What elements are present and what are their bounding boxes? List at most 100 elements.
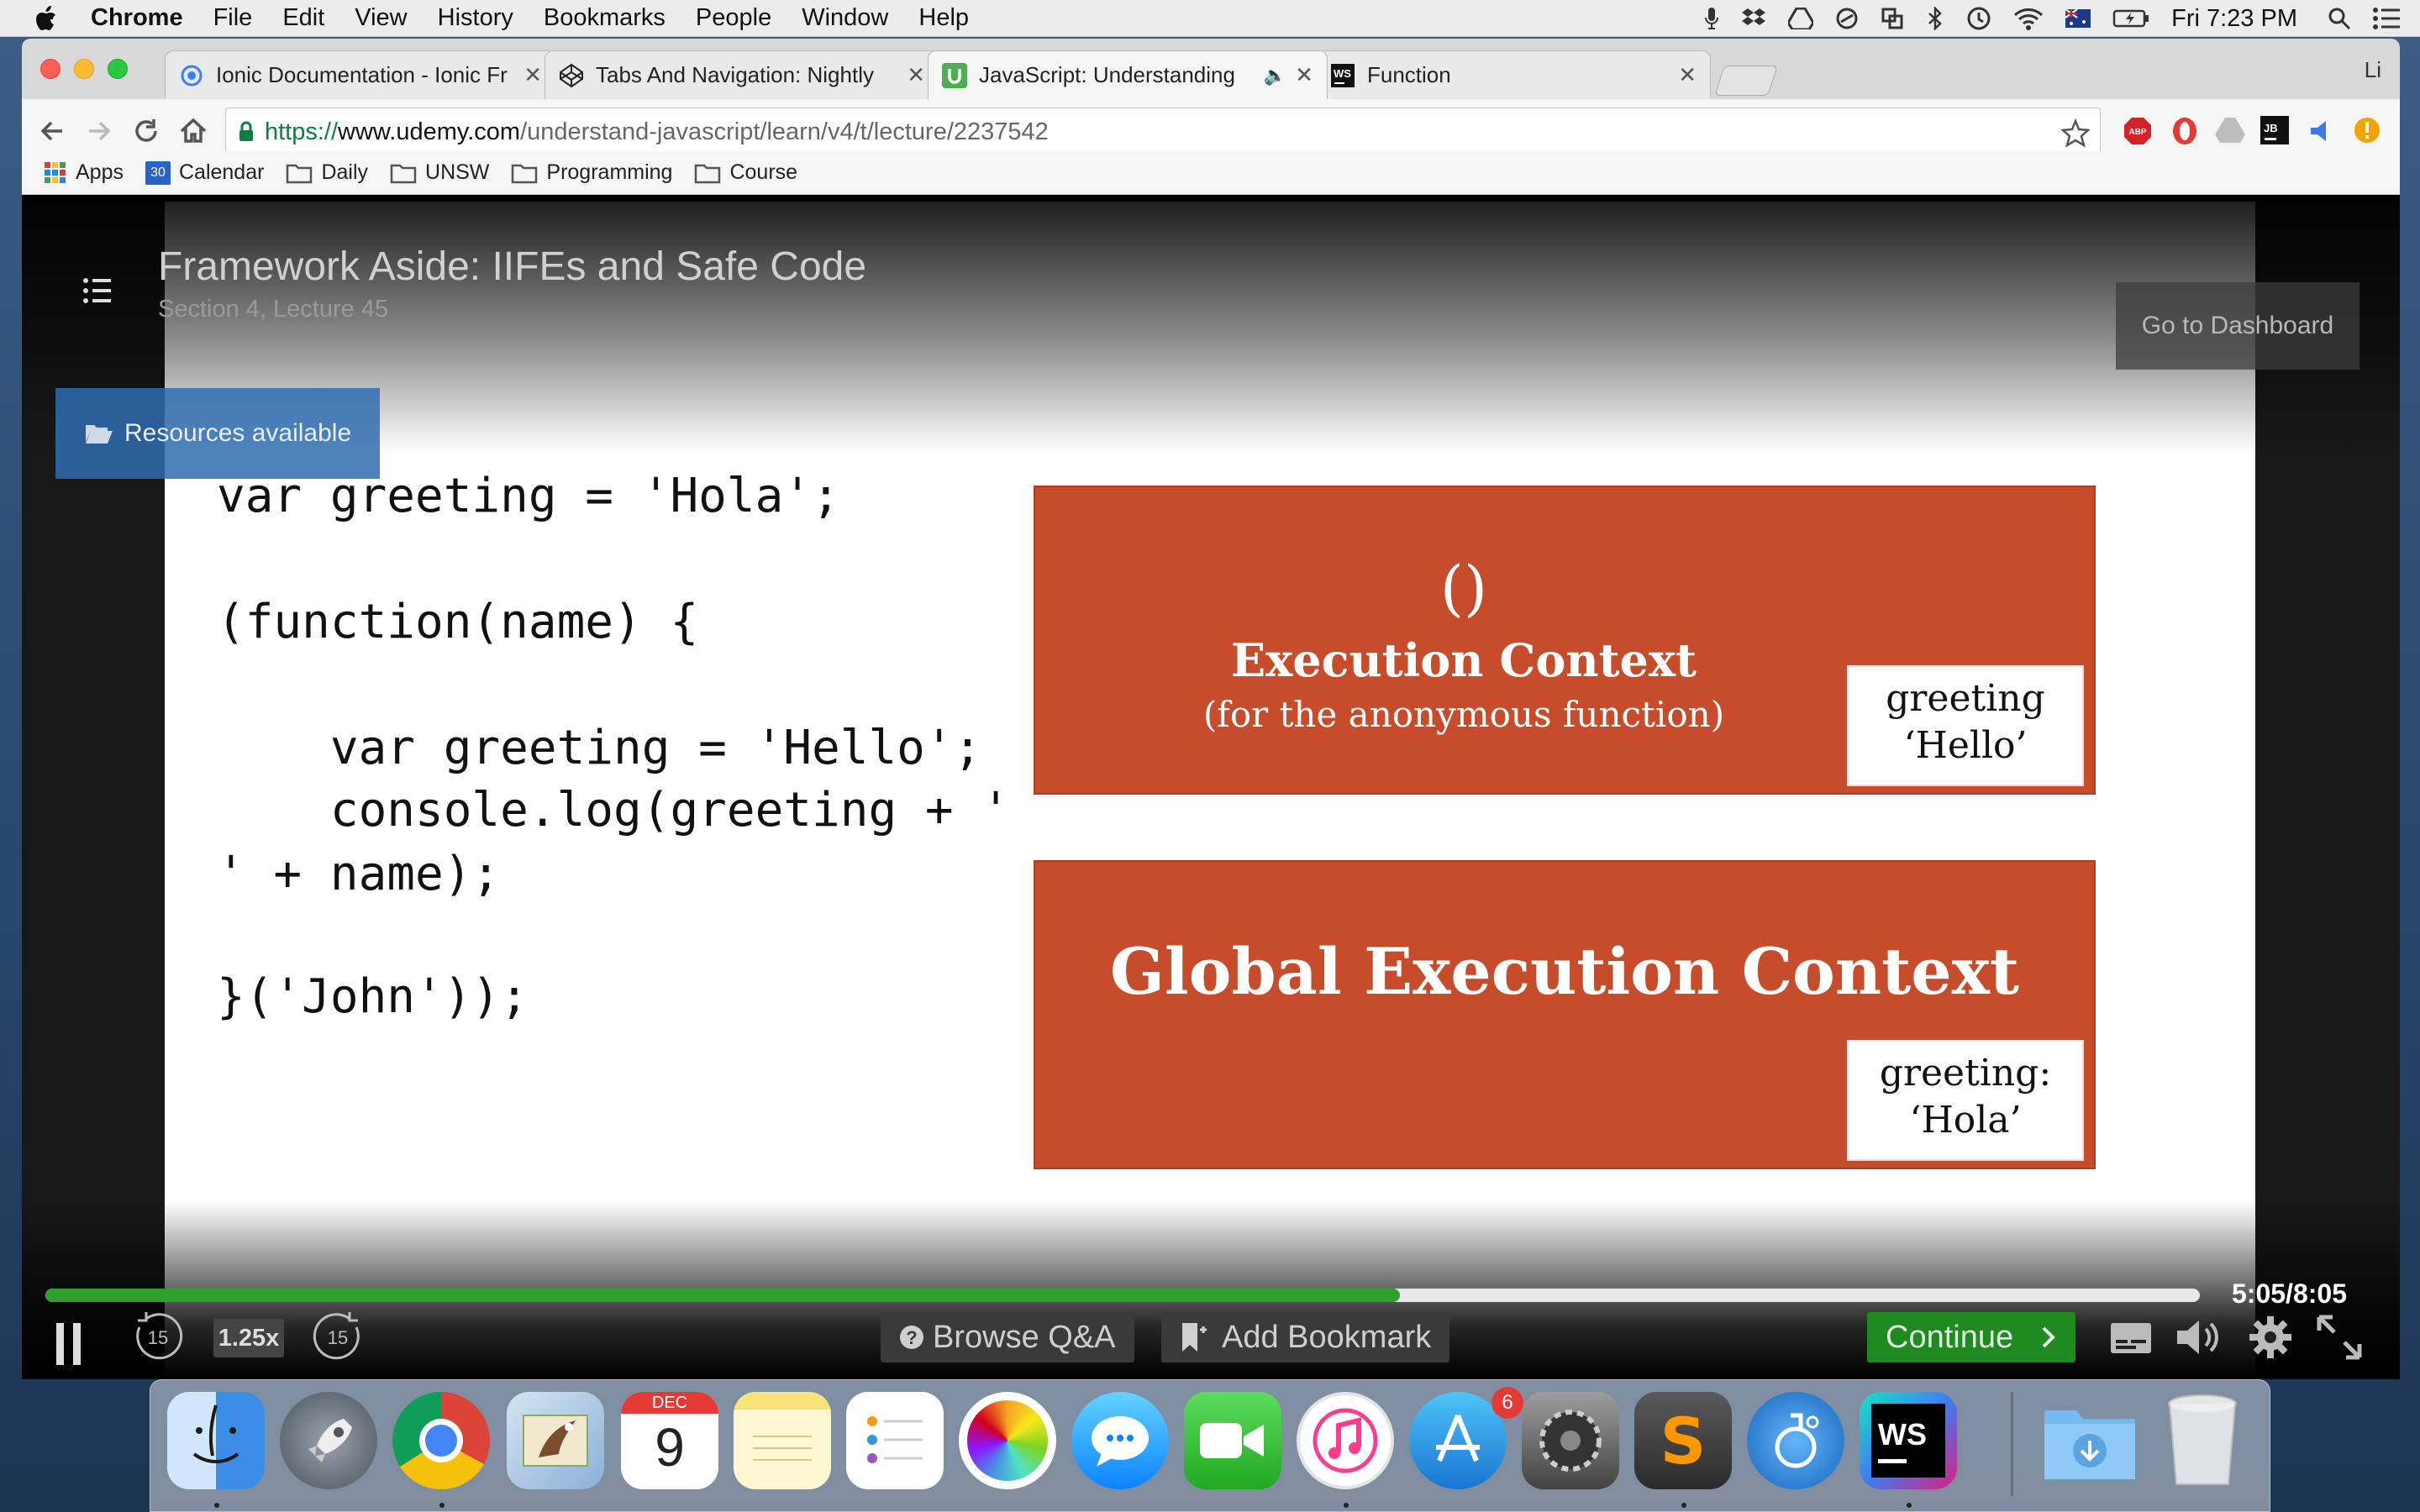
sync-icon[interactable] — [1835, 7, 1859, 30]
time-machine-icon[interactable] — [1966, 6, 1991, 31]
dropbox-icon[interactable] — [1741, 7, 1766, 30]
chemistry-app-icon[interactable] — [1747, 1392, 1844, 1489]
photos-icon[interactable] — [959, 1392, 1056, 1489]
reminders-icon[interactable] — [846, 1392, 944, 1489]
home-icon[interactable] — [176, 114, 210, 148]
app-store-badge: 6 — [1491, 1387, 1523, 1419]
microphone-icon[interactable] — [1704, 7, 1719, 30]
star-bookmark-icon[interactable] — [2061, 118, 2090, 147]
chevron-right-icon — [2040, 1325, 2057, 1350]
calendar-icon[interactable]: DEC 9 — [621, 1392, 718, 1489]
rewind-15-icon[interactable]: 15 — [131, 1309, 185, 1362]
reload-icon[interactable] — [129, 114, 163, 148]
curriculum-list-icon[interactable] — [82, 277, 113, 304]
calendar-icon: 30 — [145, 160, 171, 185]
menu-file[interactable]: File — [213, 4, 253, 32]
input-source-flag-icon[interactable] — [2065, 9, 2091, 28]
continue-button[interactable]: Continue — [1867, 1312, 2075, 1362]
forward-15-icon[interactable]: 15 — [311, 1309, 365, 1362]
warning-icon[interactable] — [2353, 116, 2381, 144]
launchpad-icon[interactable] — [280, 1392, 377, 1489]
menu-edit[interactable]: Edit — [282, 4, 324, 32]
spotlight-search-icon[interactable] — [2328, 7, 2351, 30]
resources-available-button[interactable]: Resources available — [55, 388, 380, 479]
notes-icon[interactable] — [734, 1392, 831, 1489]
forward-icon[interactable] — [82, 114, 116, 148]
volume-icon[interactable] — [2175, 1314, 2225, 1361]
trash-icon[interactable] — [2154, 1392, 2251, 1489]
global-execution-context-box: Global Execution Context greeting: ‘Hola… — [1034, 860, 2096, 1169]
video-player[interactable]: var greeting = 'Hola'; (function(name) {… — [22, 202, 2400, 1379]
pause-icon[interactable] — [52, 1310, 86, 1378]
facetime-icon[interactable] — [1184, 1392, 1281, 1489]
opera-icon[interactable] — [2170, 116, 2200, 146]
window-minimize-button[interactable] — [74, 59, 94, 79]
settings-gear-icon[interactable] — [2247, 1314, 2294, 1361]
close-icon[interactable]: ✕ — [907, 62, 925, 88]
back-icon[interactable] — [35, 114, 69, 148]
folder-icon — [511, 162, 546, 184]
sublime-text-icon[interactable]: S — [1634, 1392, 1732, 1489]
webstorm-icon[interactable]: WS — [1860, 1392, 1957, 1489]
lecture-title: Framework Aside: IIFEs and Safe Code — [158, 244, 867, 289]
tab-codepen[interactable]: Tabs And Navigation: Nightly ✕ — [544, 50, 939, 99]
new-tab-button[interactable] — [1714, 66, 1778, 96]
go-to-dashboard-button[interactable]: Go to Dashboard — [2116, 282, 2360, 370]
profile-name[interactable]: Li — [2365, 57, 2381, 83]
close-icon[interactable]: ✕ — [1678, 62, 1697, 88]
downloads-folder-icon[interactable] — [2041, 1392, 2139, 1489]
add-bookmark-button[interactable]: Add Bookmark — [1161, 1312, 1450, 1362]
notification-center-icon[interactable] — [2373, 8, 2400, 29]
bookmark-apps[interactable]: Apps — [44, 160, 124, 185]
messages-icon[interactable] — [1071, 1392, 1169, 1489]
menu-people[interactable]: People — [696, 4, 771, 32]
tab-ionic-docs[interactable]: Ionic Documentation - Ionic Fr ✕ — [165, 50, 556, 99]
window-close-button[interactable] — [40, 59, 60, 79]
code-line: (function(name) { — [217, 595, 699, 649]
tab-udemy-active[interactable]: JavaScript: Understanding 🔈 ✕ — [928, 50, 1328, 99]
bluetooth-icon[interactable] — [1926, 7, 1944, 30]
menu-history[interactable]: History — [438, 4, 513, 32]
menu-help[interactable]: Help — [918, 4, 969, 32]
mail-icon[interactable] — [507, 1392, 604, 1489]
menu-bookmarks[interactable]: Bookmarks — [544, 4, 666, 32]
system-preferences-icon[interactable] — [1522, 1392, 1619, 1489]
menu-view[interactable]: View — [355, 4, 407, 32]
finder-icon[interactable] — [167, 1392, 265, 1489]
inner-variable-box: greeting ‘Hello’ — [1847, 665, 2084, 786]
window-zoom-button[interactable] — [108, 59, 128, 79]
function-symbol: () — [1439, 553, 1488, 623]
speaker-icon[interactable]: 🔈 — [1264, 65, 1286, 87]
itunes-icon[interactable] — [1297, 1392, 1394, 1489]
battery-icon[interactable] — [2112, 8, 2149, 29]
tab-function[interactable]: WS Function ✕ — [1316, 50, 1711, 99]
rewind-seconds: 15 — [148, 1327, 168, 1348]
abp-icon[interactable]: ABP — [2123, 116, 2153, 146]
address-bar[interactable]: https://www.udemy.com/understand-javascr… — [225, 108, 2101, 156]
captions-icon[interactable] — [2106, 1317, 2156, 1359]
bookmark-folder-programming[interactable]: Programming — [511, 160, 672, 185]
close-icon[interactable]: ✕ — [1295, 62, 1313, 88]
drive-icon[interactable] — [2215, 116, 2245, 144]
playback-speed-button[interactable]: 1.25x — [213, 1319, 284, 1357]
google-drive-icon[interactable] — [1788, 8, 1814, 29]
progress-bar[interactable] — [45, 1289, 2200, 1302]
cast-icon[interactable] — [2306, 116, 2336, 146]
close-icon[interactable]: ✕ — [523, 62, 542, 88]
bookmark-label: Calendar — [178, 160, 265, 184]
menu-app-name[interactable]: Chrome — [91, 4, 183, 32]
bookmark-folder-unsw[interactable]: UNSW — [390, 160, 489, 185]
screen-capture-icon[interactable] — [1881, 7, 1904, 30]
fullscreen-icon[interactable] — [2316, 1314, 2363, 1361]
bookmark-calendar[interactable]: 30 Calendar — [145, 160, 264, 185]
bookmark-label: Course — [729, 160, 798, 184]
apple-icon[interactable] — [35, 5, 57, 31]
chrome-icon[interactable] — [392, 1392, 490, 1489]
menu-window[interactable]: Window — [802, 4, 888, 32]
wifi-icon[interactable] — [2013, 7, 2044, 30]
bookmark-folder-course[interactable]: Course — [694, 160, 797, 185]
browse-qa-button[interactable]: ? Browse Q&A — [881, 1312, 1134, 1362]
bookmark-folder-daily[interactable]: Daily — [286, 160, 368, 185]
jetbrains-icon[interactable]: JB — [2260, 116, 2289, 144]
menu-clock[interactable]: Fri 7:23 PM — [2171, 5, 2297, 33]
